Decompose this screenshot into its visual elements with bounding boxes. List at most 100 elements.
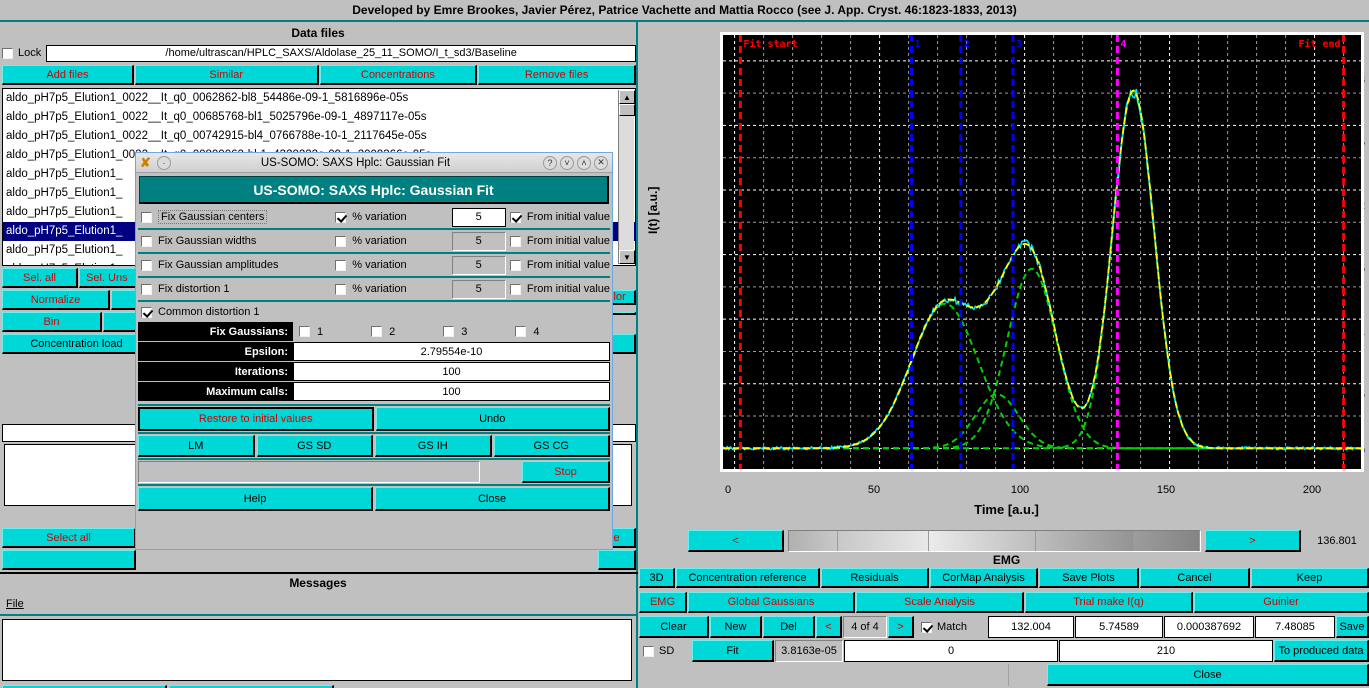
scrollbar-thumb[interactable] [619,104,635,116]
maximize-icon[interactable]: ˄ [577,156,591,170]
del-button[interactable]: Del [763,616,815,638]
save-plots-button[interactable]: Save Plots [1039,568,1139,588]
fix-gaussian-1-checkbox[interactable] [299,326,310,337]
undo-button[interactable]: Undo [376,407,611,431]
dialog-title-bar[interactable]: ✘ · US-SOMO: SAXS Hplc: Gaussian Fit ? ˅… [136,153,612,173]
select-all-button[interactable]: Select all [2,528,136,548]
fix-gaussian-3[interactable]: 3 [443,326,467,338]
trial-make-iq-button[interactable]: Trial make I(q) [1025,592,1193,613]
to-produced-data-button[interactable]: To produced data [1274,640,1369,662]
new-button[interactable]: New [710,616,762,638]
centers-init-checkbox[interactable] [510,212,521,223]
lm-button[interactable]: LM [138,435,255,457]
cormap-analysis-button[interactable]: CorMap Analysis [930,568,1038,588]
distortion-pct-checkbox[interactable] [335,284,346,295]
similar-button[interactable]: Similar [135,65,319,85]
concentration-load-button[interactable]: Concentration load [2,334,152,354]
gs-cg-button[interactable]: GS CG [494,435,611,457]
menu-dot-icon[interactable]: · [157,156,171,170]
fix-gaussian-4-checkbox[interactable] [515,326,526,337]
fit-start-field[interactable]: 0 [844,640,1058,662]
sel-all-button[interactable]: Sel. all [2,268,78,288]
prev-button[interactable]: < [688,530,784,552]
amplitudes-init-checkbox[interactable] [510,260,521,271]
guinier-button[interactable]: Guinier [1194,592,1369,613]
gs-sd-button[interactable]: GS SD [257,435,374,457]
sd-checkbox[interactable] [643,646,654,657]
dialog-close-button[interactable]: Close [375,487,610,511]
fix-centers-checkbox[interactable] [141,212,152,223]
normalize-button[interactable]: Normalize [2,290,110,310]
cancel-button[interactable]: Cancel [1140,568,1250,588]
clear-button[interactable]: Clear [639,616,709,638]
bin-button[interactable]: Bin [2,312,102,332]
fix-gaussian-2-checkbox[interactable] [371,326,382,337]
stop-button[interactable]: Stop [522,461,610,483]
fit-end-field[interactable]: 210 [1059,640,1273,662]
gaussian-width-field[interactable]: 5.74589 [1075,616,1163,638]
emg-button[interactable]: EMG [639,592,687,613]
iterations-field[interactable]: 100 [293,362,610,381]
close-button[interactable]: Close [1047,664,1369,686]
emg-slider[interactable] [788,530,1201,552]
widths-pct-checkbox[interactable] [335,236,346,247]
3d-button[interactable]: 3D [639,568,675,588]
right-extra-button-4[interactable] [598,550,636,570]
sel-unselected-button[interactable]: Sel. Uns [79,268,139,288]
scroll-up-icon[interactable]: ▲ [619,90,635,104]
list-item[interactable]: aldo_pH7p5_Elution1_0022__It_q0_00685768… [3,108,635,127]
gaussian-next-button[interactable]: > [888,616,914,638]
dialog-help-button[interactable]: Help [138,487,373,511]
gaussian-distortion-field[interactable]: 7.48085 [1255,616,1335,638]
plot-canvas[interactable]: Fit start1234Fit end [720,32,1364,472]
match-toggle[interactable]: Match [915,616,987,638]
remove-files-button[interactable]: Remove files [478,65,636,85]
widths-pct-value[interactable]: 5 [452,232,506,251]
centers-pct-checkbox[interactable] [335,212,346,223]
fix-distortion-checkbox[interactable] [141,284,152,295]
fix-gaussian-1[interactable]: 1 [299,326,323,338]
residuals-button[interactable]: Residuals [821,568,929,588]
gaussian-fit-dialog[interactable]: ✘ · US-SOMO: SAXS Hplc: Gaussian Fit ? ˅… [135,152,613,550]
concentration-reference-button[interactable]: Concentration reference [676,568,820,588]
bin-extra-button[interactable] [103,312,139,332]
add-files-button[interactable]: Add files [2,65,134,85]
distortion-init-checkbox[interactable] [510,284,521,295]
lock-checkbox[interactable] [2,48,13,59]
epsilon-field[interactable]: 2.79554e-10 [293,342,610,361]
close-icon[interactable]: ✕ [594,156,608,170]
list-item[interactable]: aldo_pH7p5_Elution1_0022__It_q0_0062862-… [3,89,635,108]
distortion-pct-value[interactable]: 5 [452,280,506,299]
messages-text-area[interactable] [2,619,632,681]
concentrations-button[interactable]: Concentrations [320,65,478,85]
scroll-down-icon[interactable]: ▼ [619,250,635,264]
amplitudes-pct-checkbox[interactable] [335,260,346,271]
match-checkbox[interactable] [921,622,932,633]
next-button[interactable]: > [1205,530,1301,552]
messages-file-menu[interactable]: File [6,598,24,610]
sd-toggle[interactable]: SD [639,640,691,662]
global-gaussians-button[interactable]: Global Gaussians [688,592,855,613]
gaussian-amplitude-field[interactable]: 0.000387692 [1164,616,1254,638]
fit-button[interactable]: Fit [692,640,774,662]
centers-pct-value[interactable]: 5 [452,208,506,227]
list-item[interactable]: aldo_pH7p5_Elution1_0022__It_q0_00742915… [3,127,635,146]
widths-init-checkbox[interactable] [510,236,521,247]
fix-gaussian-3-checkbox[interactable] [443,326,454,337]
common-distortion-checkbox[interactable] [141,307,152,318]
amplitudes-pct-value[interactable]: 5 [452,256,506,275]
fix-widths-checkbox[interactable] [141,236,152,247]
fix-amplitudes-checkbox[interactable] [141,260,152,271]
scale-analysis-button[interactable]: Scale Analysis [856,592,1024,613]
help-icon[interactable]: ? [543,156,557,170]
bottom-left-button[interactable] [2,550,136,570]
keep-button[interactable]: Keep [1251,568,1369,588]
path-field[interactable]: /home/ultrascan/HPLC_SAXS/Aldolase_25_11… [46,45,636,62]
gaussian-prev-button[interactable]: < [816,616,842,638]
gaussian-center-field[interactable]: 132.004 [988,616,1074,638]
fix-gaussian-2[interactable]: 2 [371,326,395,338]
save-button[interactable]: Save [1336,616,1369,638]
file-list-scrollbar[interactable]: ▲ ▼ [618,90,634,264]
maxcalls-field[interactable]: 100 [293,382,610,401]
fix-gaussian-4[interactable]: 4 [515,326,539,338]
